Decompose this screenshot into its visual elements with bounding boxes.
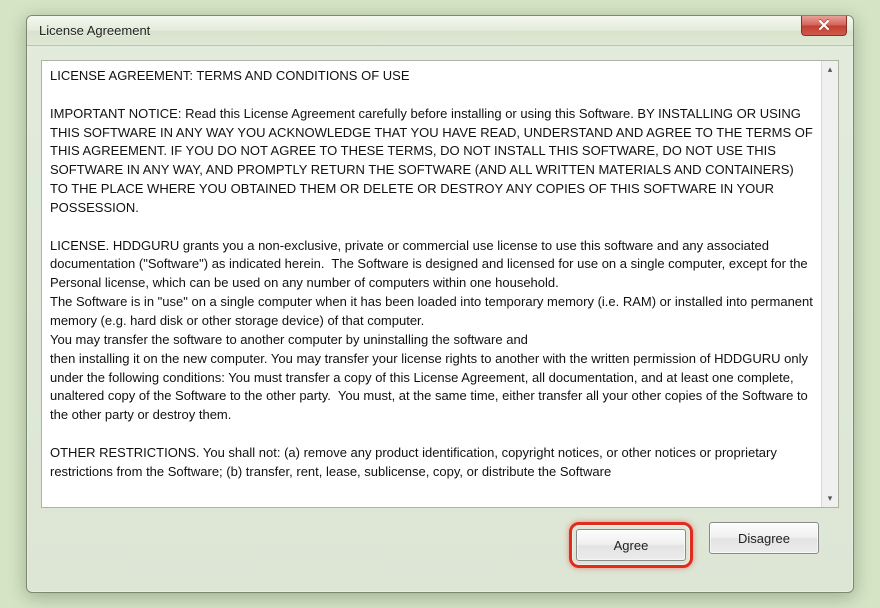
content-area: LICENSE AGREEMENT: TERMS AND CONDITIONS … bbox=[27, 46, 853, 592]
close-icon bbox=[818, 19, 830, 33]
close-button[interactable] bbox=[801, 16, 847, 36]
agree-highlight: Agree bbox=[569, 522, 693, 568]
vertical-scrollbar[interactable]: ▴ ▾ bbox=[821, 61, 838, 507]
license-heading: LICENSE AGREEMENT: TERMS AND CONDITIONS … bbox=[50, 68, 410, 83]
titlebar[interactable]: License Agreement bbox=[27, 16, 853, 46]
button-row: Agree Disagree bbox=[41, 508, 839, 582]
disagree-button[interactable]: Disagree bbox=[709, 522, 819, 554]
scroll-up-arrow-icon[interactable]: ▴ bbox=[822, 61, 838, 78]
license-body: IMPORTANT NOTICE: Read this License Agre… bbox=[50, 106, 817, 479]
license-agreement-window: License Agreement LICENSE AGREEMENT: TER… bbox=[26, 15, 854, 593]
license-text[interactable]: LICENSE AGREEMENT: TERMS AND CONDITIONS … bbox=[42, 61, 821, 507]
window-title: License Agreement bbox=[39, 23, 150, 38]
license-text-container: LICENSE AGREEMENT: TERMS AND CONDITIONS … bbox=[41, 60, 839, 508]
agree-button[interactable]: Agree bbox=[576, 529, 686, 561]
scroll-down-arrow-icon[interactable]: ▾ bbox=[822, 490, 838, 507]
